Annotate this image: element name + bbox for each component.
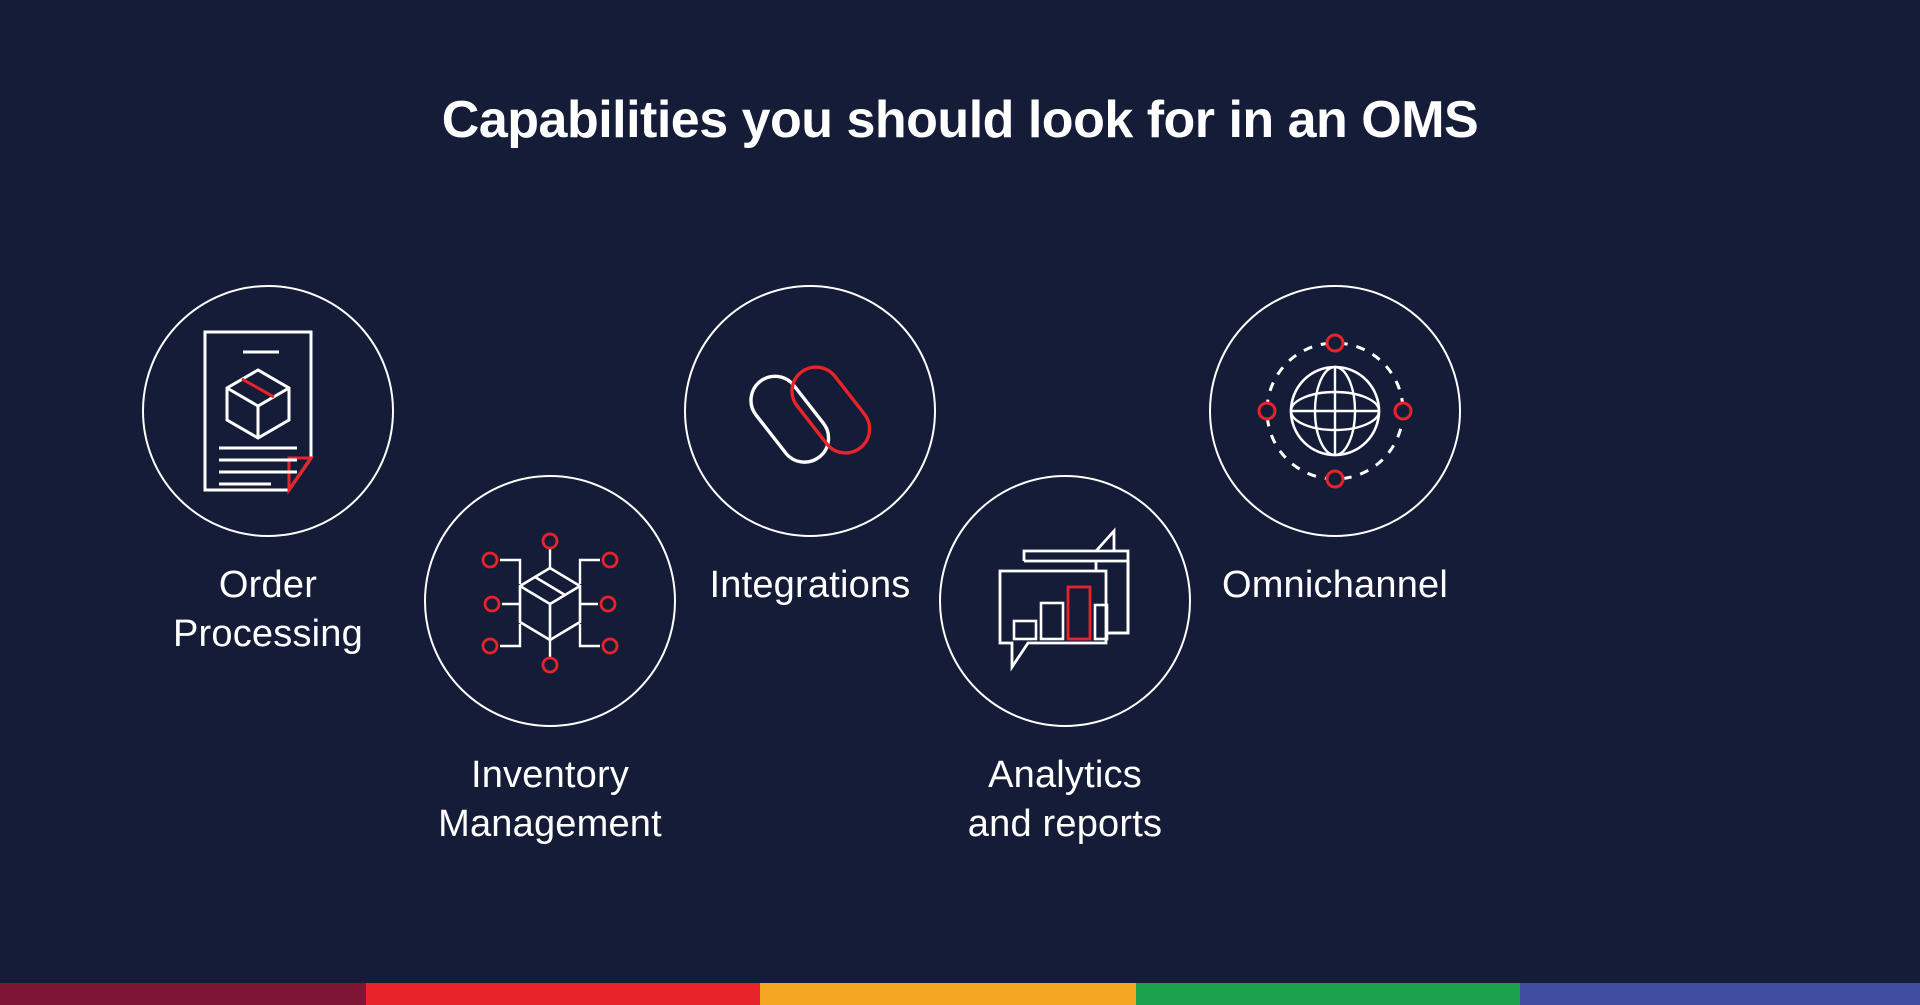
capability-label-inventory-management: Inventory Management bbox=[438, 754, 662, 845]
document-with-package-icon bbox=[193, 326, 343, 496]
infographic-canvas: Capabilities you should look for in an O… bbox=[0, 0, 1920, 1005]
icon-circle-omnichannel bbox=[1209, 285, 1461, 537]
bottom-color-bar-segment-maroon bbox=[0, 983, 366, 1005]
bottom-color-bar-segment-orange bbox=[760, 983, 1136, 1005]
bottom-color-bar bbox=[0, 983, 1920, 1005]
globe-with-orbit-nodes-icon bbox=[1253, 329, 1418, 494]
interlocking-chain-links-icon bbox=[735, 341, 885, 481]
capability-label-omnichannel: Omnichannel bbox=[1221, 564, 1449, 606]
bottom-color-bar-segment-green bbox=[1136, 983, 1520, 1005]
bottom-color-bar-segment-red bbox=[366, 983, 760, 1005]
capability-label-analytics-and-reports: Analytics and reports bbox=[967, 754, 1163, 845]
page-title: Capabilities you should look for in an O… bbox=[441, 91, 1479, 149]
bottom-color-bar-segment-blue bbox=[1520, 983, 1920, 1005]
capability-omnichannel: Omnichannel bbox=[1105, 285, 1565, 610]
